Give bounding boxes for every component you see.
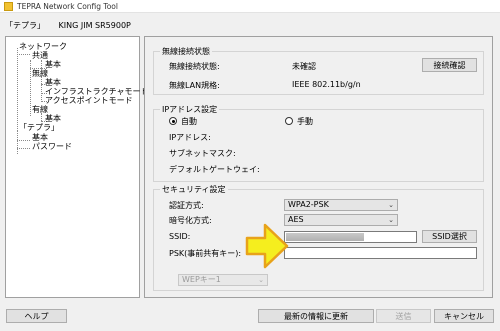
wireless-status-group: 無線接続状態 無線接続状態: 未確認 接続確認 無線LAN規格: IEEE 80…	[153, 46, 484, 95]
auth-method-select[interactable]: WPA2-PSK ⌄	[284, 199, 398, 211]
ip-settings-title: IPアドレス設定	[160, 104, 220, 115]
chevron-down-icon: ⌄	[258, 276, 264, 284]
ssid-select-button[interactable]: SSID選択	[422, 230, 477, 243]
ip-settings-group: IPアドレス設定 自動 手動 IPアドレス: サブネットマスク: デフォルトゲー…	[153, 104, 484, 182]
encryption-value: AES	[288, 215, 304, 224]
window-title: TEPRA Network Config Tool	[17, 2, 118, 11]
wep-key-value: WEPキー1	[182, 275, 221, 284]
ssid-label: SSID:	[169, 232, 191, 241]
printer-info: 「テプラ」 KING JIM SR5900P	[5, 20, 131, 31]
ip-manual-label: 手動	[297, 117, 313, 126]
settings-tree[interactable]: ネットワーク 共通 基本 無線 基本 インフラストラクチャモード アクセスポイン…	[5, 36, 149, 298]
wlan-standard-value: IEEE 802.11b/g/n	[292, 80, 361, 89]
chevron-down-icon: ⌄	[388, 201, 394, 209]
ip-auto-radio[interactable]	[169, 117, 177, 125]
tree-item-access-point-mode[interactable]: アクセスポイントモード	[45, 95, 133, 106]
wireless-status-title: 無線接続状態	[160, 46, 212, 57]
encryption-select[interactable]: AES ⌄	[284, 214, 398, 226]
printer-bracket-name: 「テプラ」	[5, 21, 45, 30]
help-button[interactable]: ヘルプ	[6, 309, 67, 323]
wep-key-select[interactable]: WEPキー1 ⌄	[178, 274, 268, 286]
security-settings-title: セキュリティ設定	[160, 184, 228, 195]
psk-input[interactable]	[284, 247, 477, 259]
auth-method-value: WPA2-PSK	[288, 200, 329, 209]
check-connection-button[interactable]: 接続確認	[422, 58, 477, 72]
tree-item-password[interactable]: パスワード	[32, 141, 72, 152]
auth-method-label: 認証方式:	[169, 201, 204, 210]
wlan-standard-label: 無線LAN規格:	[169, 81, 220, 90]
cancel-button[interactable]: キャンセル	[434, 309, 494, 323]
connection-status-value: 未確認	[292, 62, 316, 71]
title-bar: TEPRA Network Config Tool	[0, 0, 500, 13]
security-settings-group: セキュリティ設定 認証方式: WPA2-PSK ⌄ 暗号化方式: AES ⌄ S…	[153, 184, 484, 291]
connection-status-label: 無線接続状態:	[169, 62, 220, 71]
ssid-redacted-value	[286, 233, 364, 241]
send-button[interactable]: 送信	[376, 309, 431, 323]
encryption-label: 暗号化方式:	[169, 216, 212, 225]
settings-panel: 無線接続状態 無線接続状態: 未確認 接続確認 無線LAN規格: IEEE 80…	[144, 36, 493, 298]
app-icon	[4, 2, 13, 11]
ip-manual-radio[interactable]	[285, 117, 293, 125]
subnet-mask-label: サブネットマスク:	[169, 149, 236, 158]
ip-address-label: IPアドレス:	[169, 133, 211, 142]
printer-model: KING JIM SR5900P	[58, 21, 131, 30]
psk-label: PSK(事前共有キー):	[169, 249, 242, 258]
chevron-down-icon: ⌄	[388, 216, 394, 224]
ip-auto-label: 自動	[181, 117, 197, 126]
refresh-button[interactable]: 最新の情報に更新	[258, 309, 374, 323]
ssid-input[interactable]	[284, 231, 417, 243]
yellow-arrow-annotation	[245, 223, 289, 269]
default-gateway-label: デフォルトゲートウェイ:	[169, 165, 260, 174]
